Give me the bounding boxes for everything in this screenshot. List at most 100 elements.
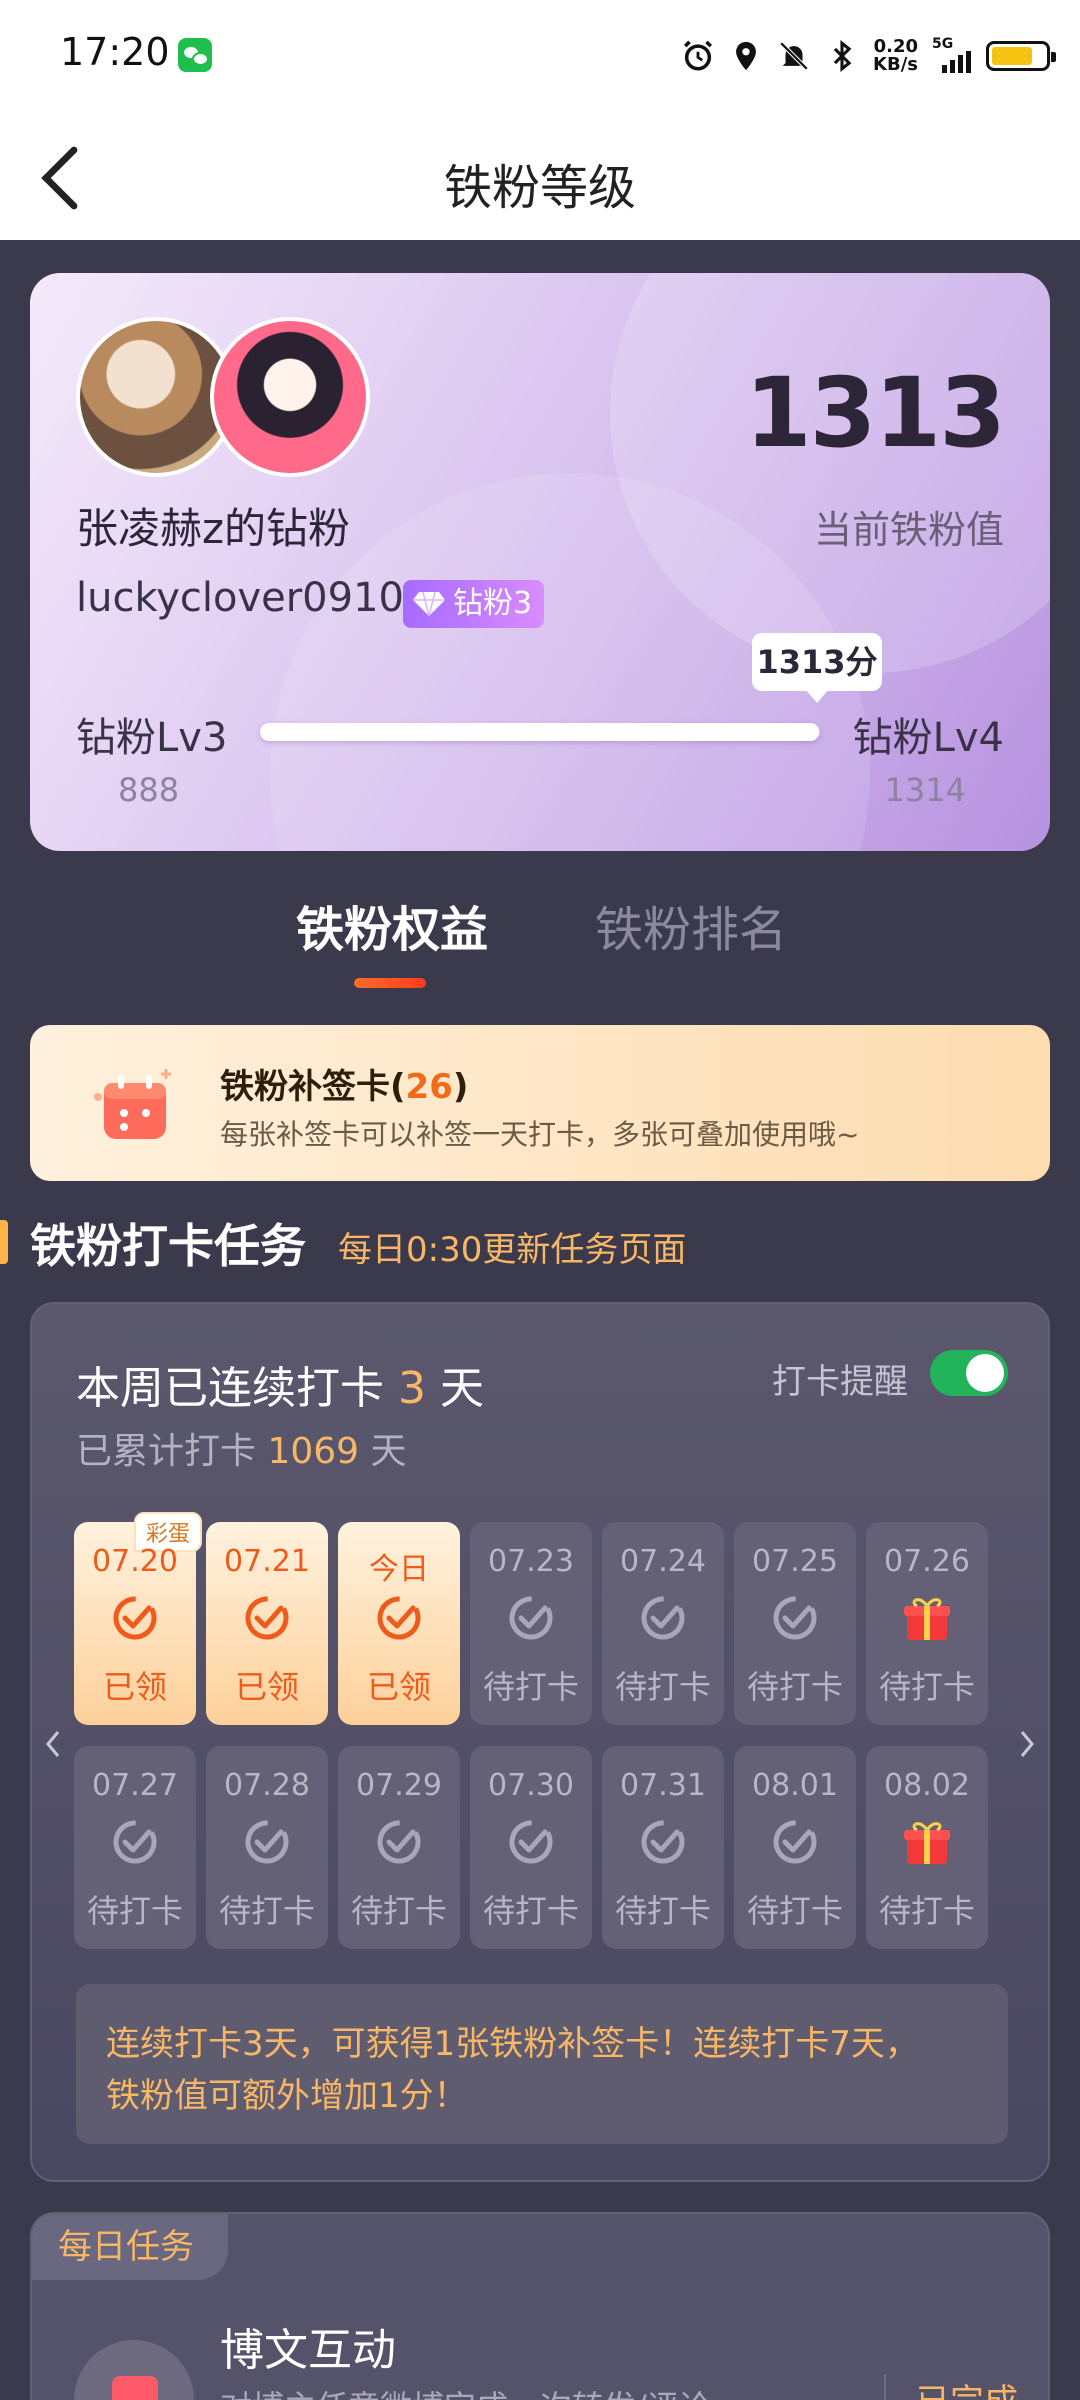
mute-bell-icon (779, 41, 809, 71)
checkin-day-date: 07.20 (92, 1544, 178, 1579)
checkin-day[interactable]: 07.27 待打卡 (74, 1746, 196, 1949)
section-subtitle: 每日0:30更新任务页面 (338, 1230, 687, 1270)
tab-fan-ranking[interactable]: 铁粉排名 (595, 890, 787, 960)
daily-tasks-card: 每日任务 博文互动 对博主任意微博完成一次转发/评论 已完成 (30, 2212, 1050, 2400)
resign-card-desc: 每张补签卡可以补签一天打卡，多张可叠加使用哦~ (220, 1118, 860, 1151)
tab-indicator (354, 978, 426, 988)
checkin-day[interactable]: 07.31 待打卡 (602, 1746, 724, 1949)
checkin-day-status: 待打卡 (746, 1892, 843, 1930)
check-circle-icon (769, 1816, 821, 1868)
check-circle-icon (769, 1592, 821, 1644)
checkin-day-status: 待打卡 (218, 1892, 315, 1930)
points-bubble: 1313分 (752, 633, 882, 703)
username: luckyclover0910 (76, 575, 404, 621)
checkin-day[interactable]: 彩蛋 07.20 已领 (74, 1512, 202, 1725)
checkin-day[interactable]: 今日 已领 (338, 1522, 460, 1725)
checkin-day-status: 待打卡 (482, 1892, 579, 1930)
resign-card[interactable]: 铁粉补签卡(26) 每张补签卡可以补签一天打卡，多张可叠加使用哦~ (30, 1025, 1050, 1181)
user-avatar[interactable] (210, 317, 370, 477)
checkin-day-date: 07.23 (488, 1544, 574, 1579)
checkin-card: 本周已连续打卡 3 天 已累计打卡 1069 天 打卡提醒 彩蛋 07.20 已领 0… (30, 1302, 1050, 2182)
network-speed: 0.20 KB/s (873, 36, 918, 75)
checkin-day-date: 07.30 (488, 1768, 574, 1803)
task-desc: 对博主任意微博完成一次转发/评论 (220, 2382, 711, 2400)
checkin-day[interactable]: 07.23 待打卡 (470, 1522, 592, 1725)
location-icon (736, 41, 756, 71)
check-circle-icon (241, 1816, 293, 1868)
checkin-tip: 连续打卡3天，可获得1张铁粉补签卡！连续打卡7天， 铁粉值可额外增加1分！ (76, 1984, 1008, 2144)
status-bar: 17:20 0.20 KB/s 5G (0, 0, 1080, 110)
checkin-day-date: 07.29 (356, 1768, 442, 1803)
checkin-day-status: 待打卡 (350, 1892, 447, 1930)
checkin-day-date: 今日 (369, 1552, 429, 1587)
section-accent-bar (0, 1220, 8, 1264)
alarm-icon (684, 40, 713, 71)
checkin-day[interactable]: 07.24 待打卡 (602, 1522, 724, 1725)
checkin-day-date: 07.21 (224, 1544, 310, 1579)
level-progress-fill (260, 723, 819, 741)
thumbs-up-icon (74, 2340, 194, 2400)
checkin-day[interactable]: 07.26 待打卡 (866, 1522, 988, 1725)
next-week-arrow-icon[interactable] (1014, 1724, 1040, 1764)
fan-value: 1313 (744, 357, 1006, 469)
checkin-day[interactable]: 07.30 待打卡 (470, 1746, 592, 1949)
bluetooth-icon (833, 40, 852, 72)
reminder-toggle[interactable] (930, 1350, 1008, 1396)
checkin-day-status: 待打卡 (878, 1668, 975, 1706)
checkin-day[interactable]: 07.28 待打卡 (206, 1746, 328, 1949)
checkin-day-status: 待打卡 (878, 1892, 975, 1930)
checkin-day[interactable]: 08.01 待打卡 (734, 1746, 856, 1949)
daily-tasks-tag: 每日任务 (32, 2214, 228, 2280)
max-points: 1314 (884, 771, 966, 809)
checkin-day-status: 待打卡 (482, 1668, 579, 1706)
checkin-day-status: 已领 (366, 1668, 431, 1706)
check-circle-icon (505, 1816, 557, 1868)
resign-card-title: 铁粉补签卡(26) (220, 1067, 469, 1107)
signal-indicator: 5G (932, 37, 972, 76)
checkin-day-date: 07.28 (224, 1768, 310, 1803)
check-circle-icon (637, 1816, 689, 1868)
page-title: 铁粉等级 (443, 160, 636, 216)
checkin-day-status: 待打卡 (746, 1668, 843, 1706)
check-circle-icon (373, 1816, 425, 1868)
check-circle-icon (109, 1592, 161, 1644)
task-title: 博文互动 (220, 2325, 396, 2376)
reminder-label: 打卡提醒 (772, 1362, 908, 1402)
task-status[interactable]: 已完成 (884, 2374, 1018, 2400)
checkin-day-date: 08.01 (752, 1768, 838, 1803)
status-icons: 0.20 KB/s 5G (681, 34, 1056, 78)
checkin-day-date: 07.27 (92, 1768, 178, 1803)
level-badge: 钻粉3 (403, 580, 545, 628)
check-circle-icon (505, 1592, 557, 1644)
total-checkins: 已累计打卡 1069 天 (76, 1431, 407, 1472)
checkin-day-status: 待打卡 (86, 1892, 183, 1930)
gift-icon (901, 1592, 953, 1644)
checkin-day[interactable]: 08.02 待打卡 (866, 1746, 988, 1949)
checkin-day-date: 07.31 (620, 1768, 706, 1803)
signal-bars-icon (942, 50, 971, 73)
tab-fan-benefits[interactable]: 铁粉权益 (296, 890, 488, 960)
checkin-day-status: 已领 (102, 1668, 167, 1706)
checkin-day[interactable]: 07.21 已领 (206, 1522, 328, 1725)
checkin-day-status: 已领 (234, 1668, 299, 1706)
checkin-day-status: 待打卡 (614, 1668, 711, 1706)
battery-icon (986, 41, 1056, 71)
checkin-day-status: 待打卡 (614, 1892, 711, 1930)
fan-title: 张凌赫z的钻粉 (76, 504, 351, 553)
diamond-icon (413, 591, 445, 617)
checkin-day[interactable]: 07.25 待打卡 (734, 1522, 856, 1725)
min-points: 888 (118, 771, 180, 809)
wechat-notification-icon (178, 38, 212, 72)
status-time: 17:20 (60, 30, 170, 74)
level-progress-bar (260, 723, 820, 741)
weekly-streak: 本周已连续打卡 3 天 (76, 1363, 484, 1414)
fan-value-label: 当前铁粉值 (813, 508, 1004, 552)
fan-level-card: 张凌赫z的钻粉 luckyclover0910 钻粉3 1313 当前铁粉值 1… (30, 273, 1050, 851)
check-circle-icon (109, 1816, 161, 1868)
next-level: 钻粉Lv4 (852, 715, 1004, 761)
checkin-day-date: 07.26 (884, 1544, 970, 1579)
checkin-day-date: 07.25 (752, 1544, 838, 1579)
check-circle-icon (373, 1592, 425, 1644)
checkin-day[interactable]: 07.29 待打卡 (338, 1746, 460, 1949)
prev-week-arrow-icon[interactable] (40, 1724, 66, 1764)
